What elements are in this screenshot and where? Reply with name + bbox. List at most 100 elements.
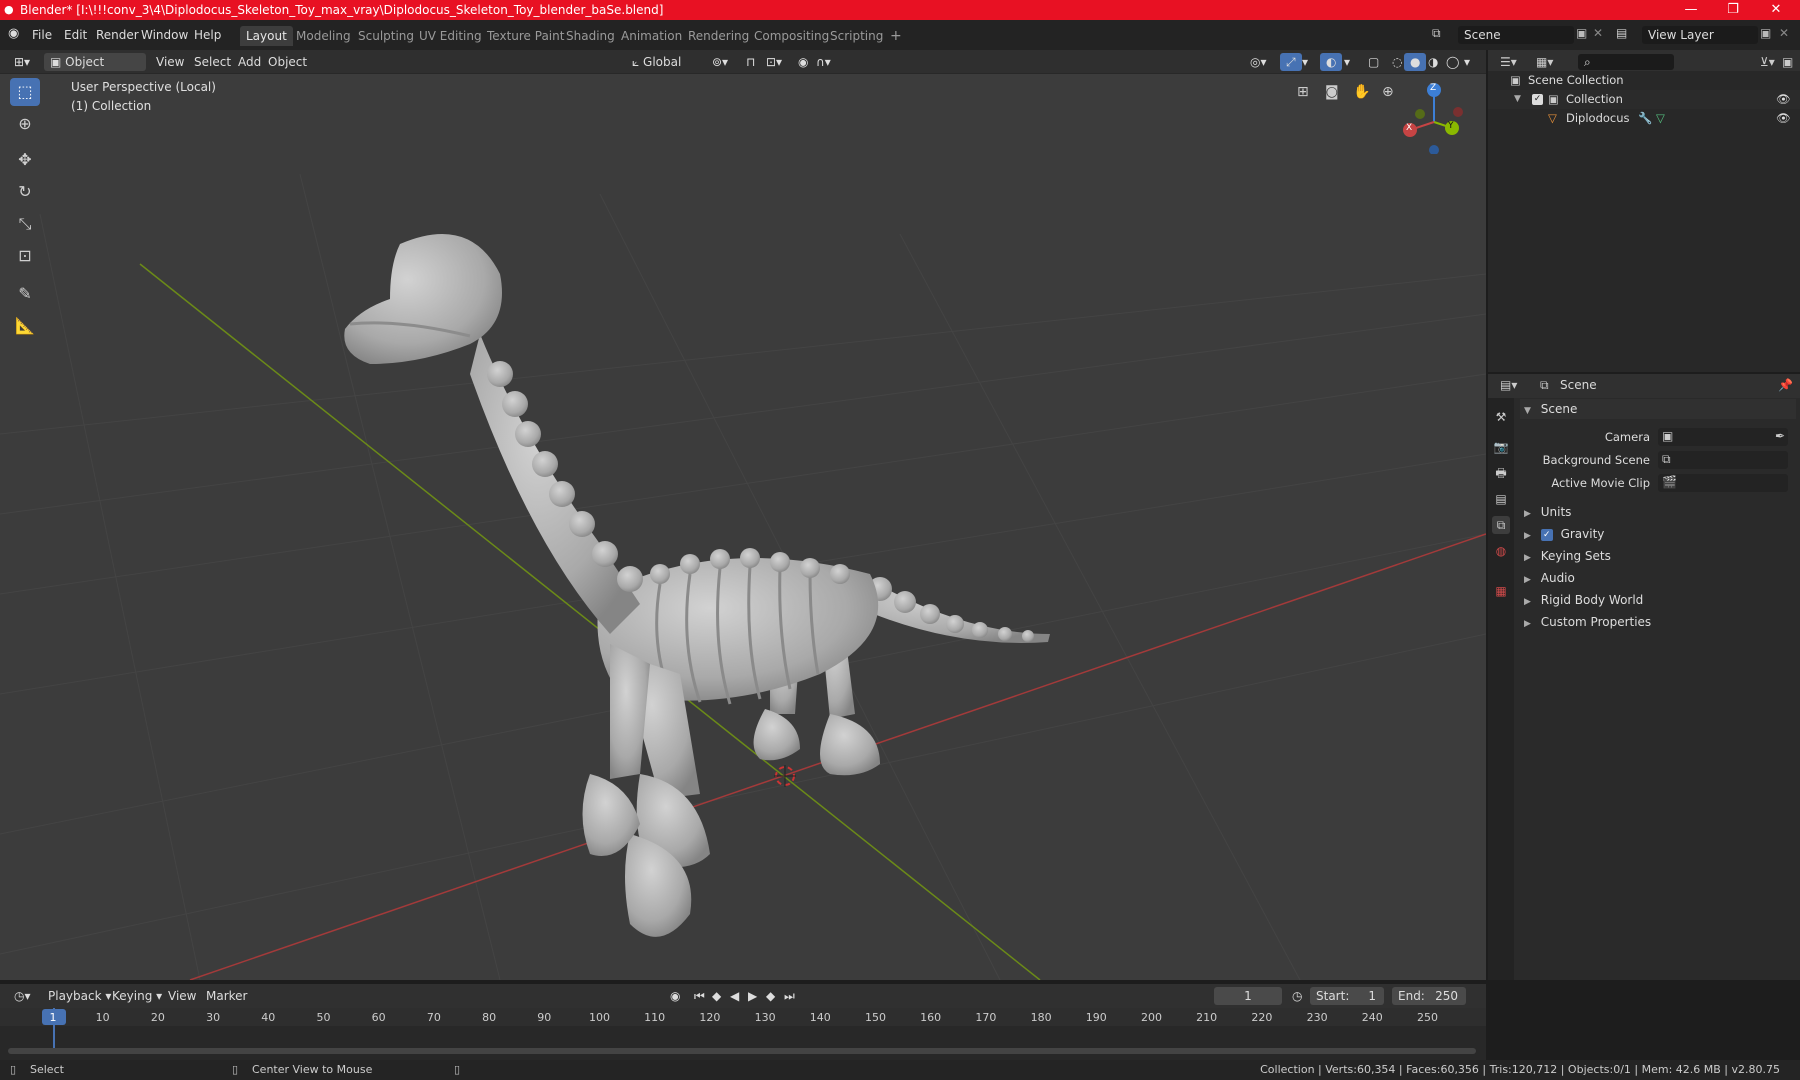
transform-tool-icon[interactable]: ⊡ xyxy=(10,242,40,270)
mesh-data-icon[interactable]: ▽ xyxy=(1656,109,1665,128)
mode-selector[interactable]: ▣ Object Mode ▾ xyxy=(44,53,146,87)
render-tab-icon[interactable]: 📷 xyxy=(1492,438,1510,456)
ortho-toggle-icon[interactable]: ⊞ xyxy=(1297,84,1309,100)
tab-scripting[interactable]: Scripting xyxy=(824,26,889,46)
add-workspace-button[interactable]: + xyxy=(884,26,908,46)
delete-scene-icon[interactable]: ✕ xyxy=(1593,26,1603,40)
menu-file[interactable]: File xyxy=(32,26,52,44)
outliner-search-input[interactable]: ⌕ xyxy=(1578,54,1674,70)
menu-view[interactable]: View xyxy=(150,53,190,71)
outliner-editor-icon[interactable]: ☰▾ xyxy=(1500,55,1517,69)
modifier-wrench-icon[interactable]: 🔧 xyxy=(1638,109,1652,128)
section-audio[interactable]: ▶ Audio xyxy=(1520,568,1796,588)
falloff-icon[interactable]: ∩▾ xyxy=(810,53,837,71)
tab-rendering[interactable]: Rendering xyxy=(682,26,755,46)
record-icon[interactable]: ◉ xyxy=(664,987,686,1005)
new-view-layer-icon[interactable]: ▣ xyxy=(1760,26,1771,40)
tab-modeling[interactable]: Modeling xyxy=(290,26,357,46)
new-scene-icon[interactable]: ▣ xyxy=(1576,26,1587,40)
menu-timeline-view[interactable]: View xyxy=(162,987,202,1005)
jump-end-icon[interactable]: ⏭ xyxy=(778,987,801,1005)
expand-arrow-icon[interactable]: ▼ xyxy=(1514,90,1521,109)
view-layer-tab-icon[interactable]: ▤ xyxy=(1492,490,1510,508)
gizmo-dropdown-icon[interactable]: ▾ xyxy=(1296,53,1314,71)
tab-uv-editing[interactable]: UV Editing xyxy=(413,26,488,46)
outliner-row-scene-collection[interactable]: ▣ Scene Collection xyxy=(1488,71,1800,90)
menu-render[interactable]: Render xyxy=(96,26,139,44)
output-tab-icon[interactable]: 🖶 xyxy=(1492,464,1510,482)
menu-marker[interactable]: Marker xyxy=(200,987,253,1005)
new-collection-icon[interactable]: ▣ xyxy=(1782,55,1793,69)
section-units[interactable]: ▶ Units xyxy=(1520,502,1796,522)
section-gravity[interactable]: ▶ ✓ Gravity xyxy=(1520,524,1796,544)
gravity-checkbox[interactable]: ✓ xyxy=(1540,528,1553,541)
camera-view-icon[interactable]: ◙ xyxy=(1325,84,1339,100)
view-layer-icon[interactable]: ▤ xyxy=(1616,26,1627,40)
current-frame-field[interactable]: 1 xyxy=(1214,987,1282,1005)
measure-tool-icon[interactable]: 📐 xyxy=(10,312,40,340)
timeline-editor-icon[interactable]: ◷▾ xyxy=(8,987,37,1005)
properties-editor-icon[interactable]: ▤▾ xyxy=(1500,378,1517,392)
section-custom-properties[interactable]: ▶ Custom Properties xyxy=(1520,612,1796,632)
menu-object[interactable]: Object xyxy=(262,53,313,71)
end-frame-field[interactable]: End: 250 xyxy=(1392,987,1466,1005)
visibility-icon[interactable]: ◎▾ xyxy=(1244,53,1273,71)
tab-shading[interactable]: Shading xyxy=(560,26,621,46)
camera-field[interactable] xyxy=(1658,428,1788,446)
active-movie-clip-field[interactable] xyxy=(1658,474,1788,492)
section-keying-sets[interactable]: ▶ Keying Sets xyxy=(1520,546,1796,566)
section-rigid-body-world[interactable]: ▶ Rigid Body World xyxy=(1520,590,1796,610)
pan-hand-icon[interactable]: ✋ xyxy=(1353,84,1370,100)
blender-menu-icon[interactable]: ◉ xyxy=(8,26,19,41)
scene-field[interactable]: Scene xyxy=(1458,26,1574,44)
tab-compositing[interactable]: Compositing xyxy=(748,26,835,46)
3d-viewport[interactable]: Z Y X ⊞ ◙ ✋ ⊕ xyxy=(0,74,1486,980)
start-frame-field[interactable]: Start: 1 xyxy=(1310,987,1384,1005)
rotate-tool-icon[interactable]: ↻ xyxy=(10,178,40,206)
pivot-point-icon[interactable]: ⊚▾ xyxy=(706,53,734,71)
close-button[interactable]: ✕ xyxy=(1756,0,1796,20)
overlays-dropdown-icon[interactable]: ▾ xyxy=(1338,53,1356,71)
preview-range-icon[interactable]: ◷ xyxy=(1286,987,1308,1005)
snap-target-icon[interactable]: ⊡▾ xyxy=(760,53,788,71)
maximize-button[interactable]: ❐ xyxy=(1713,0,1753,20)
xray-icon[interactable]: ▢ xyxy=(1362,53,1385,71)
scale-tool-icon[interactable]: ⤡ xyxy=(10,210,40,238)
scene-selector-icon[interactable]: ⧉ xyxy=(1432,26,1441,41)
background-scene-field[interactable] xyxy=(1658,451,1788,469)
tab-sculpting[interactable]: Sculpting xyxy=(352,26,420,46)
texture-tab-icon[interactable]: ▦ xyxy=(1492,582,1510,600)
menu-edit[interactable]: Edit xyxy=(64,26,87,44)
view-layer-field[interactable]: View Layer xyxy=(1642,26,1758,44)
select-box-tool-icon[interactable]: ⬚ xyxy=(10,78,40,106)
tab-animation[interactable]: Animation xyxy=(615,26,688,46)
zoom-icon[interactable]: ⊕ xyxy=(1382,84,1394,100)
outliner-row-collection[interactable]: ▼ ✓ ▣ Collection 👁 xyxy=(1488,90,1800,109)
collection-checkbox[interactable]: ✓ xyxy=(1532,94,1543,105)
annotate-tool-icon[interactable]: ✎ xyxy=(10,280,40,308)
eye-visibility-icon[interactable]: 👁 xyxy=(1776,90,1791,109)
tool-tab-icon[interactable]: ⚒ xyxy=(1492,408,1510,426)
pin-icon[interactable]: 📌 xyxy=(1778,378,1793,392)
editor-type-icon[interactable]: ⊞▾ xyxy=(8,53,36,71)
scene-panel-header[interactable]: ▼ Scene xyxy=(1520,399,1796,419)
cursor-tool-icon[interactable]: ⊕ xyxy=(10,110,40,138)
world-tab-icon[interactable]: ◍ xyxy=(1492,542,1510,560)
menu-help[interactable]: Help xyxy=(194,26,221,44)
menu-select[interactable]: Select xyxy=(188,53,237,71)
snap-icon[interactable]: ⊓ xyxy=(740,53,761,71)
move-tool-icon[interactable]: ✥ xyxy=(10,146,40,174)
menu-window[interactable]: Window xyxy=(141,26,188,44)
timeline-scrollbar[interactable] xyxy=(8,1048,1476,1054)
menu-keying[interactable]: Keying ▾ xyxy=(106,987,168,1005)
shading-dropdown-icon[interactable]: ▾ xyxy=(1458,53,1476,71)
outliner-row-diplodocus[interactable]: ▽ Diplodocus 🔧 ▽ 👁 xyxy=(1488,109,1800,128)
minimize-button[interactable]: — xyxy=(1671,0,1711,20)
navigation-gizmo[interactable]: Z Y X xyxy=(1396,78,1472,154)
tab-texture-paint[interactable]: Texture Paint xyxy=(481,26,570,46)
transform-orientation[interactable]: ⟀ Global ▾ xyxy=(626,53,696,87)
scene-tab-icon[interactable]: ⧉ xyxy=(1492,516,1510,534)
eyedropper-icon[interactable]: ✒ xyxy=(1775,429,1785,443)
display-mode-icon[interactable]: ▦▾ xyxy=(1536,55,1553,69)
eye-visibility-icon[interactable]: 👁 xyxy=(1776,109,1791,128)
